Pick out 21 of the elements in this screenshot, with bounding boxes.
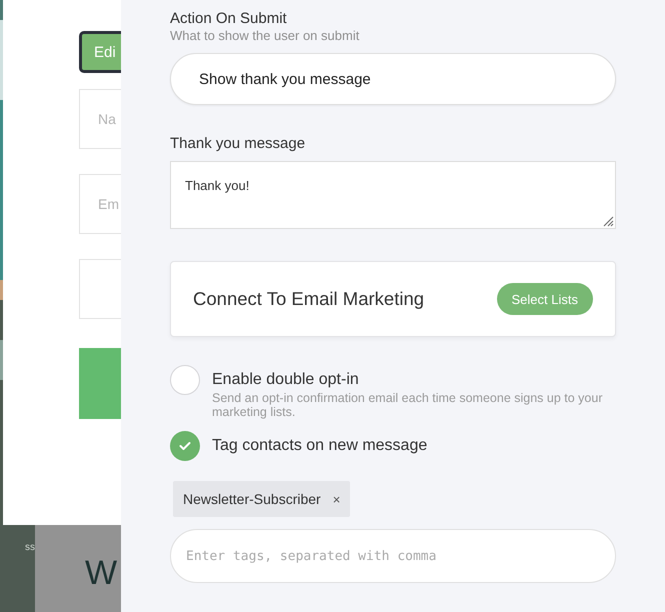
select-lists-button[interactable]: Select Lists xyxy=(496,283,593,315)
action-select[interactable]: Show thank you message xyxy=(170,53,616,105)
checkbox[interactable] xyxy=(170,431,200,461)
submit-button[interactable] xyxy=(79,348,121,419)
field-hint: What to show the user on submit xyxy=(170,28,360,43)
remove-tag-button[interactable]: × xyxy=(332,492,340,506)
card-title: Connect To Email Marketing xyxy=(193,288,424,310)
field-label: Thank you message xyxy=(170,135,306,153)
edit-button[interactable]: Edi xyxy=(79,31,121,73)
check-icon xyxy=(179,441,191,451)
tag-input-field[interactable]: Enter tags, separated with comma xyxy=(170,529,616,583)
option-description: Send an opt-in confirmation email each time someone signs up to your marketing lists. xyxy=(212,391,604,419)
field-label: Action On Submit xyxy=(170,10,288,28)
option-label: Enable double opt-in xyxy=(212,371,360,389)
resize-handle-icon[interactable] xyxy=(602,215,614,227)
checkbox[interactable] xyxy=(170,365,200,395)
message-textarea[interactable]: Thank you! xyxy=(170,161,616,229)
tag-label: Newsletter-Subscriber xyxy=(183,491,321,507)
heading-text: W xyxy=(85,556,118,590)
option-label: Tag contacts on new message xyxy=(212,437,428,455)
caption-text: ss xyxy=(25,542,35,555)
